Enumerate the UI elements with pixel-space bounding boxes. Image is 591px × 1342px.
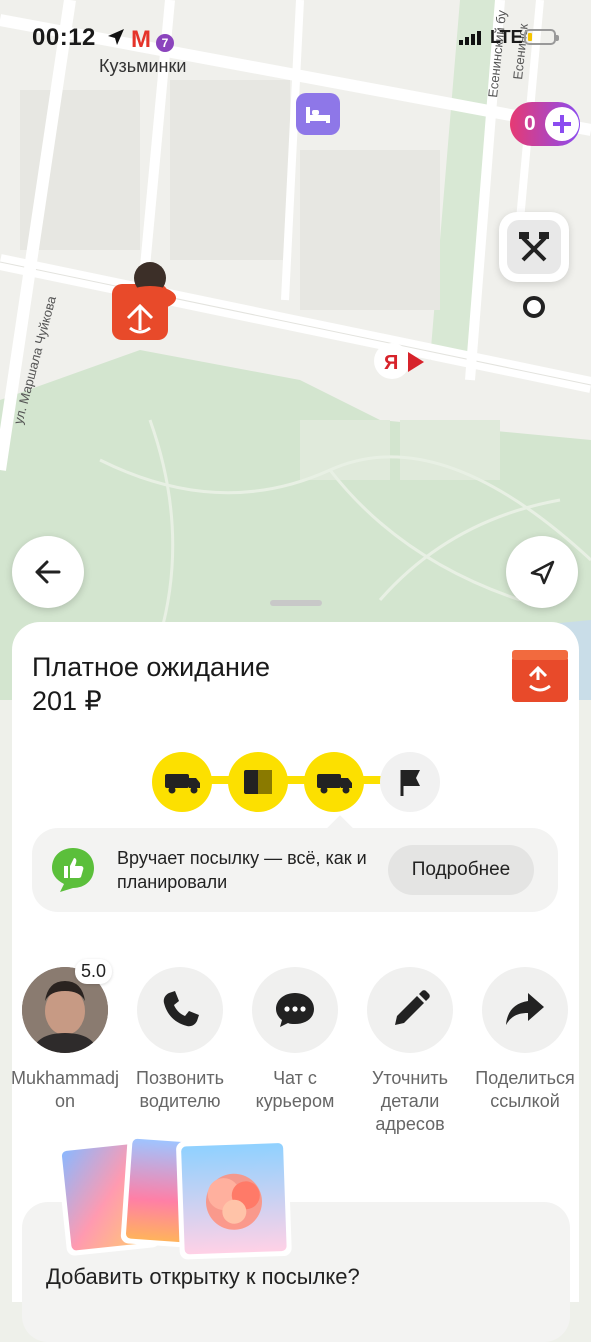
- edit-addresses-button[interactable]: Уточнить детали адресов: [355, 967, 465, 1136]
- flag-icon: [400, 770, 420, 796]
- status-info-card: Вручает посылку — всё, как и планировали…: [32, 815, 558, 912]
- order-status-title: Платное ожидание: [32, 652, 271, 682]
- thumbs-up-icon: [52, 848, 94, 892]
- share-link-label: Поделиться ссылкой: [475, 1068, 575, 1111]
- plus-icon: [545, 107, 579, 141]
- metro-line-badge: 7: [156, 34, 174, 52]
- courier-rating: 5.0: [75, 959, 113, 984]
- svg-text:Я: Я: [384, 352, 398, 374]
- status-time: 00:12: [32, 24, 96, 51]
- battery-icon: [524, 29, 559, 45]
- postcard-promo-title: Добавить открытку к посылке?: [46, 1264, 360, 1289]
- metro-station: Кузьминки: [99, 56, 187, 76]
- call-driver-button[interactable]: Позвонить водителю: [125, 967, 235, 1113]
- destination-marker[interactable]: [499, 212, 569, 282]
- call-driver-label: Позвонить водителю: [136, 1068, 224, 1111]
- delivery-progress: [152, 748, 452, 812]
- plus-points-badge[interactable]: 0: [510, 102, 580, 146]
- network-type: LTE: [490, 27, 523, 47]
- share-arrow-icon: [506, 993, 544, 1025]
- order-sheet: Платное ожидание 201 ₽ Вручает посылку —…: [10, 622, 580, 1342]
- navigation-arrow-icon: [530, 560, 555, 585]
- chat-icon: [276, 993, 314, 1027]
- pencil-icon: [395, 990, 430, 1025]
- parcel-box-icon: [512, 650, 568, 702]
- share-link-button[interactable]: Поделиться ссылкой: [470, 967, 580, 1113]
- box-icon: [244, 770, 272, 794]
- status-bar: 00:12 М 7 Кузьминки LTE: [0, 0, 591, 80]
- order-price: 201 ₽: [32, 686, 102, 716]
- details-button[interactable]: Подробнее: [388, 845, 534, 895]
- step-finish: [380, 752, 440, 812]
- status-info-text: Вручает посылку — всё, как и планировали: [117, 848, 367, 892]
- hotel-marker[interactable]: [296, 93, 340, 135]
- back-button[interactable]: [12, 536, 84, 608]
- phone-icon: [163, 991, 199, 1027]
- chat-courier-button[interactable]: Чат с курьером: [240, 967, 350, 1113]
- courier-profile[interactable]: 5.0 Mukhammadjon: [10, 959, 120, 1113]
- step-pickup: [152, 752, 212, 812]
- chat-courier-label: Чат с курьером: [255, 1068, 335, 1111]
- my-location-button[interactable]: [506, 536, 578, 608]
- truck-icon: [165, 774, 200, 794]
- destination-dot: [523, 296, 545, 318]
- step-in-transit: [304, 752, 364, 812]
- signal-icon: [459, 31, 481, 45]
- edit-addresses-label: Уточнить детали адресов: [371, 1068, 449, 1134]
- postcard-images: [56, 1133, 292, 1260]
- metro-icon: М: [131, 26, 151, 53]
- crossed-hammers-icon: [519, 232, 549, 262]
- step-loaded: [228, 752, 288, 812]
- truck-icon: [317, 774, 352, 794]
- location-arrow-icon: [108, 29, 124, 45]
- arrow-left-icon: [35, 560, 61, 584]
- bed-icon: [306, 107, 330, 123]
- courier-name: Mukhammadjon: [10, 1068, 120, 1111]
- plus-points-count: 0: [524, 112, 536, 135]
- sheet-grabber[interactable]: [270, 600, 322, 606]
